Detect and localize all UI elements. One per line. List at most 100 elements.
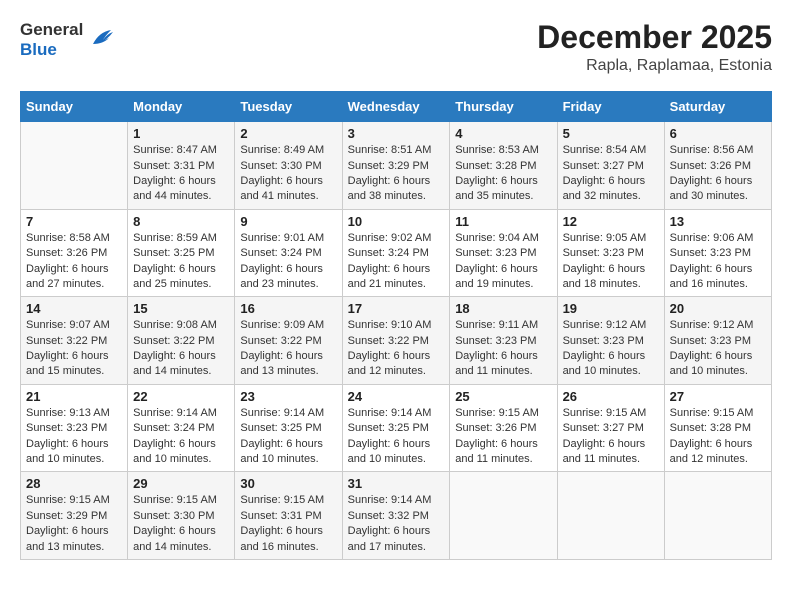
calendar-week-row: 28 Sunrise: 9:15 AMSunset: 3:29 PMDayligh…	[21, 472, 772, 560]
day-number: 15	[133, 301, 229, 316]
day-number: 12	[563, 214, 659, 229]
calendar-cell: 26Sunrise: 9:15 AMSunset: 3:27 PMDayligh…	[557, 384, 664, 472]
day-detail: Sunrise: 9:11 AMSunset: 3:23 PMDaylight:…	[455, 318, 551, 380]
day-number: 26	[563, 389, 659, 404]
day-detail: Sunrise: 9:14 AMSunset: 3:25 PMDaylight:…	[348, 406, 445, 468]
logo-line1: General	[20, 20, 83, 40]
calendar-cell: 10 Sunrise: 9:02 AMSunset: 3:24 PMDayligh…	[342, 209, 450, 297]
calendar-week-row: 21 Sunrise: 9:13 AMSunset: 3:23 PMDayligh…	[21, 384, 772, 472]
day-number: 14	[26, 301, 122, 316]
day-detail: Sunrise: 9:10 AMSunset: 3:22 PMDaylight:…	[348, 318, 445, 380]
calendar-cell: 16 Sunrise: 9:09 AMSunset: 3:22 PMDayligh…	[235, 297, 342, 385]
calendar-week-row: 1 Sunrise: 8:47 AMSunset: 3:31 PMDaylight…	[21, 122, 772, 210]
weekday-header-thursday: Thursday	[450, 92, 557, 122]
day-detail: Sunrise: 9:15 AMSunset: 3:28 PMDaylight:…	[670, 406, 766, 468]
calendar-cell: 21 Sunrise: 9:13 AMSunset: 3:23 PMDayligh…	[21, 384, 128, 472]
weekday-header-monday: Monday	[128, 92, 235, 122]
calendar-cell	[21, 122, 128, 210]
day-detail: Sunrise: 9:14 AMSunset: 3:32 PMDaylight:…	[348, 493, 445, 555]
calendar-cell: 28 Sunrise: 9:15 AMSunset: 3:29 PMDayligh…	[21, 472, 128, 560]
calendar-cell: 4 Sunrise: 8:53 AMSunset: 3:28 PMDaylight…	[450, 122, 557, 210]
day-number: 25	[455, 389, 551, 404]
day-number: 22	[133, 389, 229, 404]
day-detail: Sunrise: 9:06 AMSunset: 3:23 PMDaylight:…	[670, 231, 766, 293]
day-number: 21	[26, 389, 122, 404]
weekday-header-tuesday: Tuesday	[235, 92, 342, 122]
day-detail: Sunrise: 9:05 AMSunset: 3:23 PMDaylight:…	[563, 231, 659, 293]
day-number: 13	[670, 214, 766, 229]
day-detail: Sunrise: 8:53 AMSunset: 3:28 PMDaylight:…	[455, 143, 551, 205]
calendar-cell: 7Sunrise: 8:58 AMSunset: 3:26 PMDaylight…	[21, 209, 128, 297]
weekday-header-saturday: Saturday	[664, 92, 771, 122]
weekday-header-row: SundayMondayTuesdayWednesdayThursdayFrid…	[21, 92, 772, 122]
day-number: 19	[563, 301, 659, 316]
calendar-cell	[450, 472, 557, 560]
day-detail: Sunrise: 9:09 AMSunset: 3:22 PMDaylight:…	[240, 318, 336, 380]
weekday-header-friday: Friday	[557, 92, 664, 122]
calendar-cell: 2 Sunrise: 8:49 AMSunset: 3:30 PMDaylight…	[235, 122, 342, 210]
day-detail: Sunrise: 9:15 AMSunset: 3:26 PMDaylight:…	[455, 406, 551, 468]
day-number: 4	[455, 126, 551, 141]
day-number: 31	[348, 476, 445, 491]
day-number: 20	[670, 301, 766, 316]
day-number: 11	[455, 214, 551, 229]
calendar-cell: 6Sunrise: 8:56 AMSunset: 3:26 PMDaylight…	[664, 122, 771, 210]
logo-bird-icon	[85, 22, 117, 59]
calendar-cell: 31 Sunrise: 9:14 AMSunset: 3:32 PMDayligh…	[342, 472, 450, 560]
calendar-week-row: 14 Sunrise: 9:07 AMSunset: 3:22 PMDayligh…	[21, 297, 772, 385]
day-detail: Sunrise: 9:14 AMSunset: 3:25 PMDaylight:…	[240, 406, 336, 468]
day-number: 24	[348, 389, 445, 404]
calendar-cell: 17Sunrise: 9:10 AMSunset: 3:22 PMDayligh…	[342, 297, 450, 385]
day-detail: Sunrise: 9:15 AMSunset: 3:30 PMDaylight:…	[133, 493, 229, 555]
calendar-cell: 15 Sunrise: 9:08 AMSunset: 3:22 PMDayligh…	[128, 297, 235, 385]
day-number: 1	[133, 126, 229, 141]
day-detail: Sunrise: 9:07 AMSunset: 3:22 PMDaylight:…	[26, 318, 122, 380]
calendar-cell	[664, 472, 771, 560]
calendar-cell: 24 Sunrise: 9:14 AMSunset: 3:25 PMDayligh…	[342, 384, 450, 472]
calendar-cell: 18 Sunrise: 9:11 AMSunset: 3:23 PMDayligh…	[450, 297, 557, 385]
calendar-cell: 19 Sunrise: 9:12 AMSunset: 3:23 PMDayligh…	[557, 297, 664, 385]
day-detail: Sunrise: 9:04 AMSunset: 3:23 PMDaylight:…	[455, 231, 551, 293]
calendar-cell: 12 Sunrise: 9:05 AMSunset: 3:23 PMDayligh…	[557, 209, 664, 297]
location-title: Rapla, Raplamaa, Estonia	[537, 57, 772, 75]
calendar-table: SundayMondayTuesdayWednesdayThursdayFrid…	[20, 91, 772, 560]
calendar-cell: 22 Sunrise: 9:14 AMSunset: 3:24 PMDayligh…	[128, 384, 235, 472]
day-number: 8	[133, 214, 229, 229]
day-number: 29	[133, 476, 229, 491]
day-number: 28	[26, 476, 122, 491]
day-detail: Sunrise: 8:56 AMSunset: 3:26 PMDaylight:…	[670, 143, 766, 205]
calendar-week-row: 7Sunrise: 8:58 AMSunset: 3:26 PMDaylight…	[21, 209, 772, 297]
day-detail: Sunrise: 9:12 AMSunset: 3:23 PMDaylight:…	[563, 318, 659, 380]
calendar-cell: 9 Sunrise: 9:01 AMSunset: 3:24 PMDaylight…	[235, 209, 342, 297]
logo-line2: Blue	[20, 40, 83, 60]
calendar-cell: 5Sunrise: 8:54 AMSunset: 3:27 PMDaylight…	[557, 122, 664, 210]
day-number: 2	[240, 126, 336, 141]
day-detail: Sunrise: 8:49 AMSunset: 3:30 PMDaylight:…	[240, 143, 336, 205]
calendar-cell: 25 Sunrise: 9:15 AMSunset: 3:26 PMDayligh…	[450, 384, 557, 472]
day-number: 10	[348, 214, 445, 229]
page-header: General Blue December 2025 Rapla, Raplam…	[20, 20, 772, 75]
calendar-cell	[557, 472, 664, 560]
calendar-cell: 30Sunrise: 9:15 AMSunset: 3:31 PMDayligh…	[235, 472, 342, 560]
weekday-header-wednesday: Wednesday	[342, 92, 450, 122]
day-detail: Sunrise: 9:02 AMSunset: 3:24 PMDaylight:…	[348, 231, 445, 293]
calendar-cell: 27Sunrise: 9:15 AMSunset: 3:28 PMDayligh…	[664, 384, 771, 472]
day-number: 16	[240, 301, 336, 316]
day-detail: Sunrise: 9:12 AMSunset: 3:23 PMDaylight:…	[670, 318, 766, 380]
month-title: December 2025	[537, 20, 772, 55]
calendar-cell: 14 Sunrise: 9:07 AMSunset: 3:22 PMDayligh…	[21, 297, 128, 385]
day-number: 9	[240, 214, 336, 229]
day-detail: Sunrise: 8:47 AMSunset: 3:31 PMDaylight:…	[133, 143, 229, 205]
day-number: 18	[455, 301, 551, 316]
day-number: 5	[563, 126, 659, 141]
day-detail: Sunrise: 9:13 AMSunset: 3:23 PMDaylight:…	[26, 406, 122, 468]
calendar-cell: 13 Sunrise: 9:06 AMSunset: 3:23 PMDayligh…	[664, 209, 771, 297]
calendar-cell: 20 Sunrise: 9:12 AMSunset: 3:23 PMDayligh…	[664, 297, 771, 385]
day-detail: Sunrise: 9:08 AMSunset: 3:22 PMDaylight:…	[133, 318, 229, 380]
calendar-cell: 1 Sunrise: 8:47 AMSunset: 3:31 PMDaylight…	[128, 122, 235, 210]
day-detail: Sunrise: 9:01 AMSunset: 3:24 PMDaylight:…	[240, 231, 336, 293]
day-detail: Sunrise: 9:15 AMSunset: 3:29 PMDaylight:…	[26, 493, 122, 555]
day-number: 30	[240, 476, 336, 491]
calendar-cell: 29 Sunrise: 9:15 AMSunset: 3:30 PMDayligh…	[128, 472, 235, 560]
day-detail: Sunrise: 9:14 AMSunset: 3:24 PMDaylight:…	[133, 406, 229, 468]
